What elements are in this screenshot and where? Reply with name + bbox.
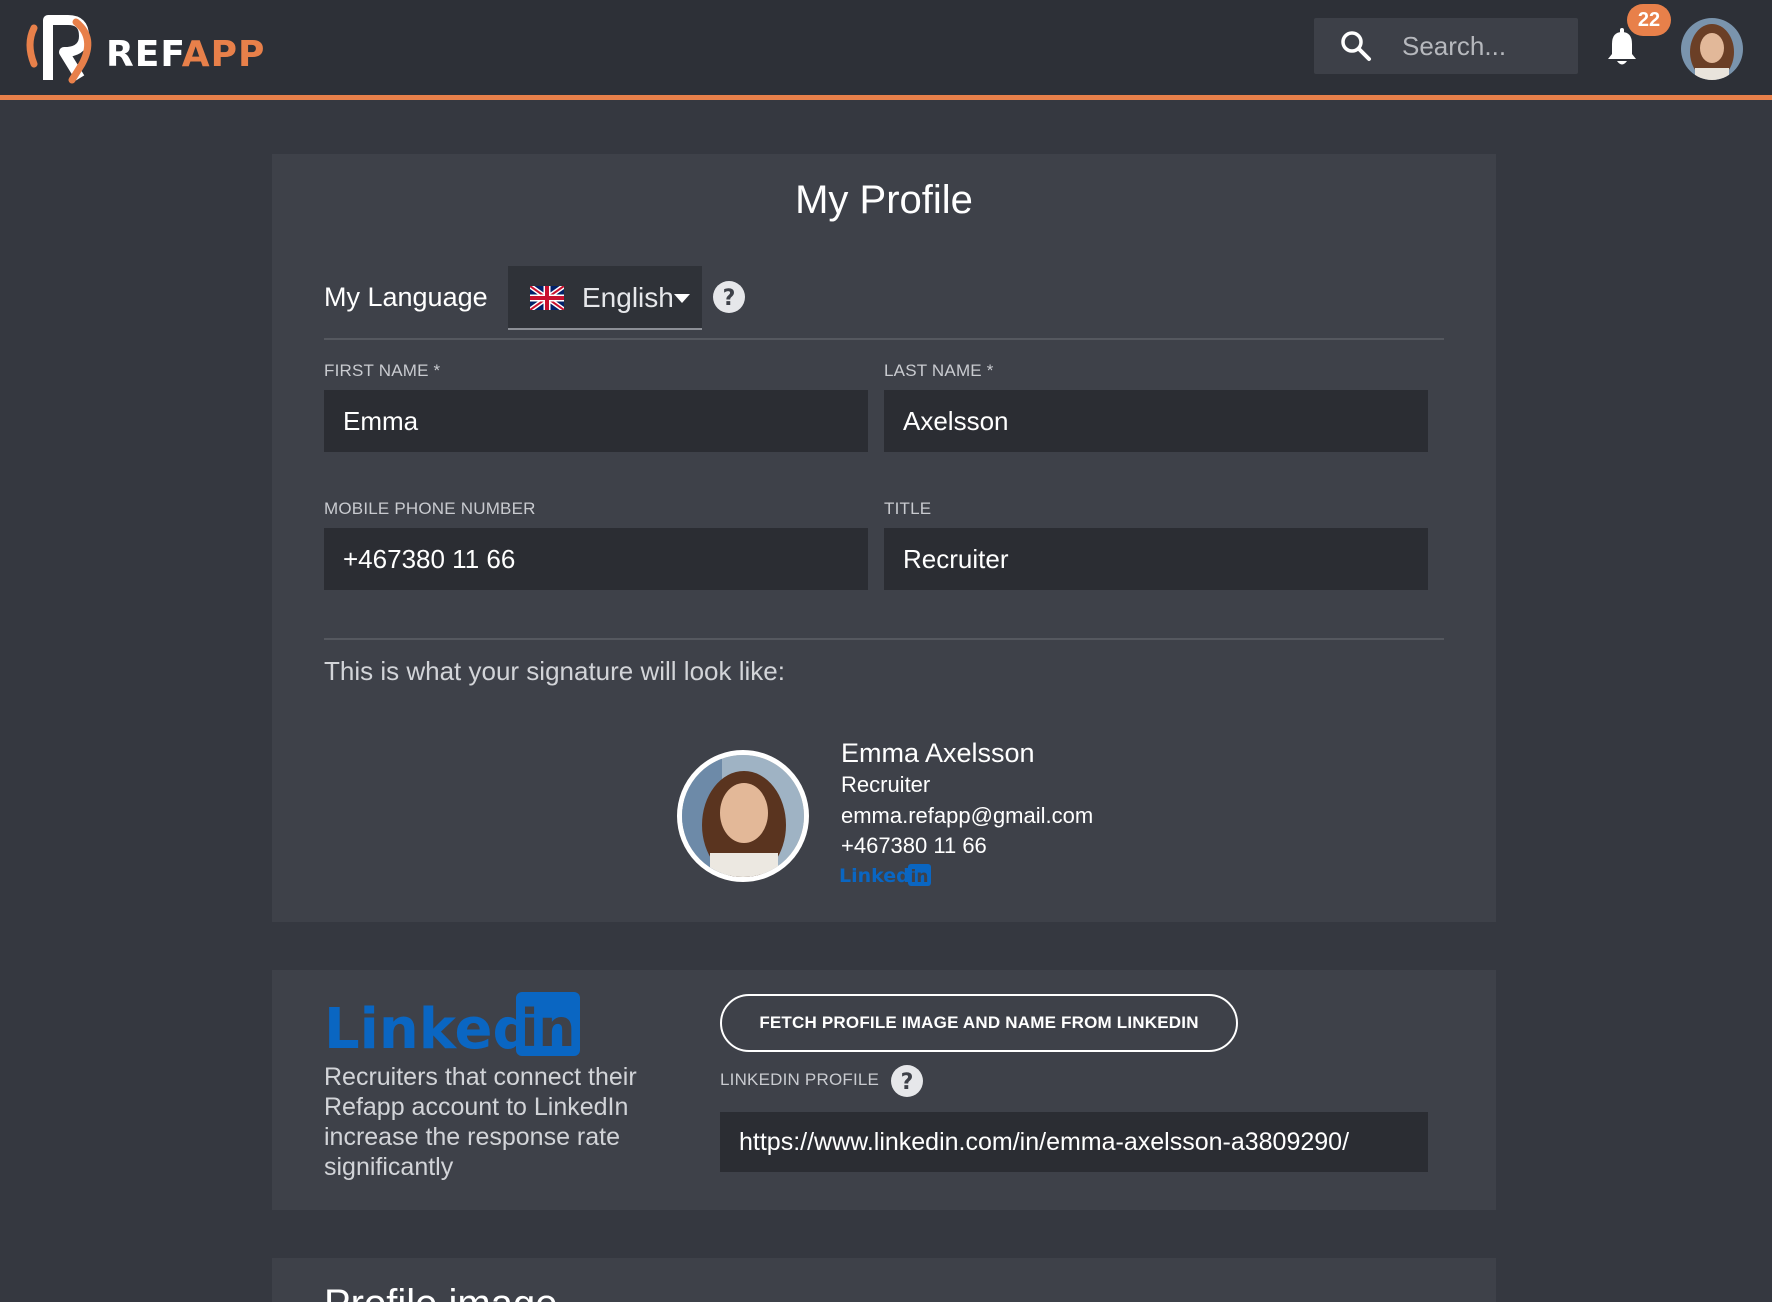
caret-down-icon (674, 294, 690, 303)
profile-image-title: Profile image (324, 1282, 557, 1302)
user-avatar[interactable] (1681, 18, 1743, 80)
user-avatar-image (1681, 18, 1743, 80)
divider (324, 638, 1444, 640)
uk-flag-icon (530, 286, 564, 310)
refapp-logo[interactable]: REFAPP (24, 14, 264, 86)
language-select[interactable]: English (508, 266, 702, 330)
search-input[interactable] (1402, 26, 1566, 66)
refapp-logo-icon (26, 15, 92, 84)
last-name-input[interactable] (884, 390, 1428, 452)
signature-linkedin-icon[interactable]: Linked in (839, 863, 933, 887)
first-name-label: FIRST NAME * (324, 361, 441, 380)
language-value: English (582, 282, 674, 313)
profile-card: My Profile My Language English ? FIRST N… (272, 154, 1496, 922)
logo-ref: REF (106, 34, 182, 75)
profile-image-card: Profile image (272, 1258, 1496, 1302)
logo-wordmark: REFAPP (106, 34, 265, 75)
last-name-label: LAST NAME * (884, 361, 994, 380)
fetch-linkedin-button[interactable]: FETCH PROFILE IMAGE AND NAME FROM LINKED… (720, 994, 1238, 1052)
svg-text:?: ? (901, 1070, 914, 1095)
linkedin-logo-text: Linked (324, 997, 533, 1058)
signature-caption: This is what your signature will look li… (324, 656, 785, 686)
page-title: My Profile (795, 178, 973, 222)
linkedin-help-icon[interactable]: ? (890, 1064, 924, 1098)
linkedin-card: Linked in Recruiters that connect their … (272, 970, 1496, 1210)
divider (324, 338, 1444, 340)
linkedin-logo-icon: Linked in (324, 992, 580, 1058)
language-label: My Language (324, 282, 488, 312)
title-input[interactable] (884, 528, 1428, 590)
signature-linkedin-in: in (911, 867, 929, 887)
first-name-input[interactable] (324, 390, 868, 452)
svg-text:?: ? (723, 286, 736, 311)
title-label: TITLE (884, 499, 932, 518)
top-navigation-bar: REFAPP 22 (0, 0, 1772, 100)
linkedin-profile-input[interactable] (720, 1112, 1428, 1172)
signature-linkedin-text: Linked (839, 865, 910, 887)
search-box[interactable] (1314, 18, 1578, 74)
search-icon[interactable] (1340, 30, 1372, 62)
signature-email: emma.refapp@gmail.com (841, 803, 1094, 828)
phone-label: MOBILE PHONE NUMBER (324, 499, 536, 518)
notification-badge[interactable]: 22 (1627, 4, 1671, 36)
signature-phone: +467380 11 66 (841, 833, 987, 858)
logo-app: APP (181, 34, 266, 75)
signature-avatar-image (682, 755, 804, 877)
linkedin-logo-in: in (521, 999, 576, 1058)
signature-title: Recruiter (841, 772, 931, 797)
signature-avatar (677, 750, 809, 882)
signature-name: Emma Axelsson (841, 738, 1035, 768)
phone-input[interactable] (324, 528, 868, 590)
linkedin-profile-label: LINKEDIN PROFILE (720, 1070, 880, 1089)
linkedin-description: Recruiters that connect their Refapp acc… (324, 1063, 637, 1181)
language-help-icon[interactable]: ? (712, 280, 746, 314)
